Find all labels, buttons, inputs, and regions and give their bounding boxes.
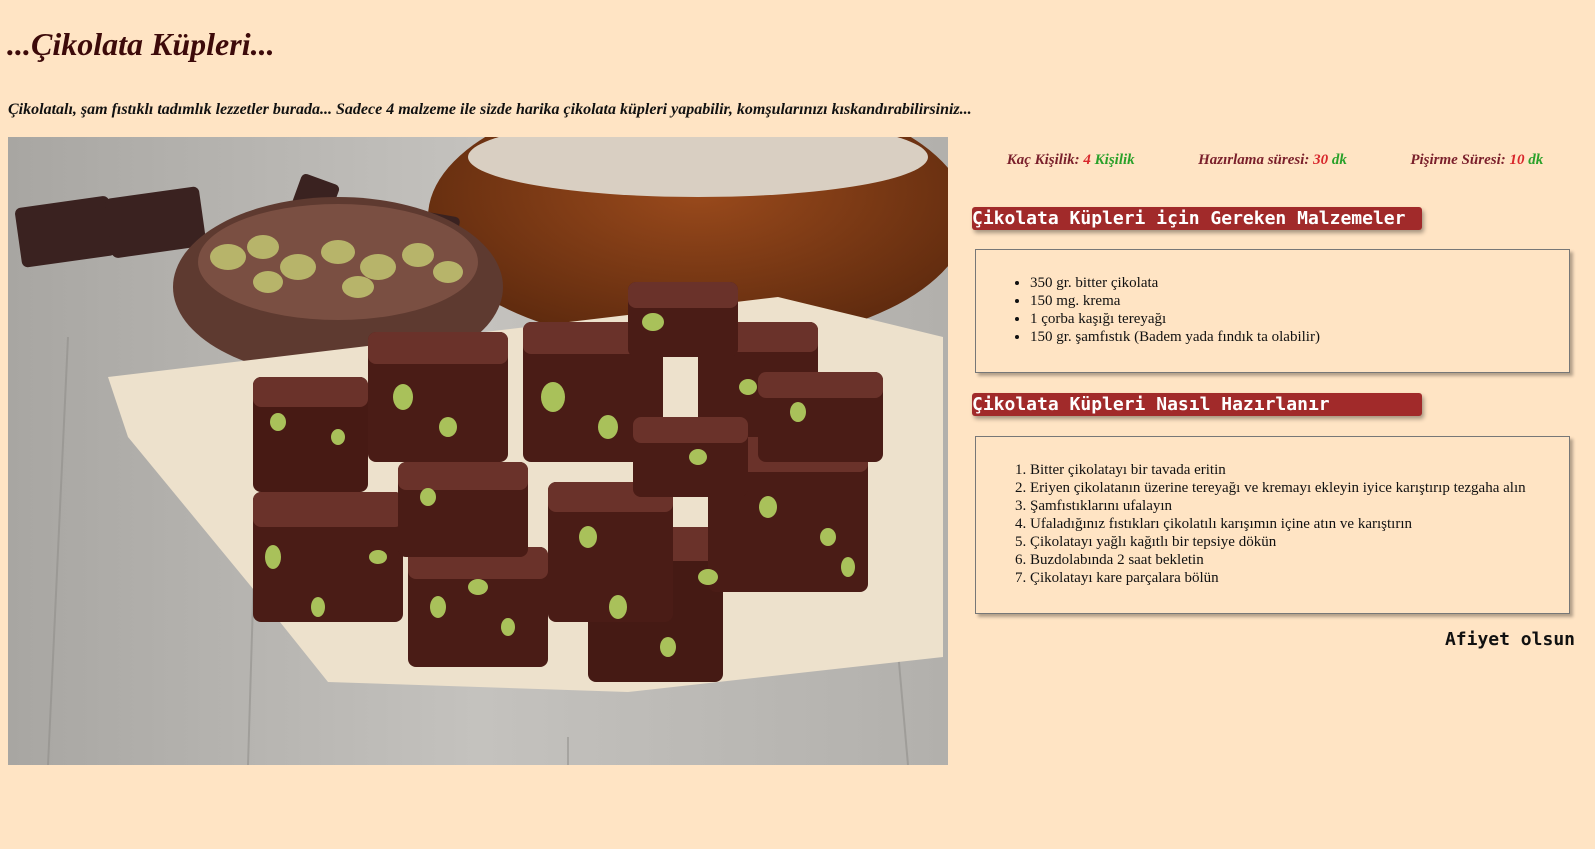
step-item: Buzdolabında 2 saat bekletin (1030, 551, 1569, 569)
ingredients-box: 350 gr. bitter çikolata 150 mg. krema 1 … (975, 249, 1570, 373)
step-item: Bitter çikolatayı bir tavada eritin (1030, 461, 1569, 479)
servings-unit: Kişilik (1094, 152, 1135, 168)
intro-text: Çikolatalı, şam fıstıklı tadımlık lezzet… (8, 101, 972, 118)
step-item: Çikolatayı kare parçalara bölün (1030, 569, 1569, 587)
ingredient-item: 150 gr. şamfıstık (Badem yada fındık ta … (1030, 328, 1569, 346)
prep-time-info: Hazırlama süresi: 30 dk (1198, 152, 1347, 169)
ingredient-item: 350 gr. bitter çikolata (1030, 274, 1569, 292)
ingredient-item: 150 mg. krema (1030, 292, 1569, 310)
prep-time-label: Hazırlama süresi: (1198, 152, 1310, 168)
servings-label: Kaç Kişilik: (1006, 152, 1080, 168)
steps-box: Bitter çikolatayı bir tavada eritin Eriy… (975, 436, 1570, 614)
steps-heading: Çikolata Küpleri Nasıl Hazırlanır (972, 393, 1422, 416)
step-item: Ufaladığınız fıstıkları çikolatılı karış… (1030, 515, 1569, 533)
prep-time-unit: dk (1331, 152, 1347, 168)
cook-time-unit: dk (1528, 152, 1544, 168)
chocolate-cubes-photo (8, 137, 948, 765)
servings-info: Kaç Kişilik: 4 Kişilik (1007, 152, 1135, 169)
cook-time-info: Pişirme Süresi: 10 dk (1410, 152, 1543, 169)
farewell-text: Afiyet olsun (1444, 629, 1575, 650)
cook-time-value: 10 (1509, 152, 1525, 168)
page-title: ...Çikolata Küpleri... (7, 26, 275, 62)
ingredients-list: 350 gr. bitter çikolata 150 mg. krema 1 … (976, 274, 1569, 346)
step-item: Şamfıstıklarını ufalayın (1030, 497, 1569, 515)
servings-value: 4 (1083, 152, 1091, 168)
cook-time-label: Pişirme Süresi: (1410, 152, 1506, 168)
recipe-meta-row: Kaç Kişilik: 4 Kişilik Hazırlama süresi:… (975, 152, 1575, 169)
steps-list: Bitter çikolatayı bir tavada eritin Eriy… (976, 461, 1569, 587)
ingredients-heading: Çikolata Küpleri için Gereken Malzemeler (972, 207, 1422, 230)
step-item: Çikolatayı yağlı kağıtlı bir tepsiye dök… (1030, 533, 1569, 551)
step-item: Eriyen çikolatanın üzerine tereyağı ve k… (1030, 479, 1569, 497)
ingredient-item: 1 çorba kaşığı tereyağı (1030, 310, 1569, 328)
prep-time-value: 30 (1313, 152, 1329, 168)
